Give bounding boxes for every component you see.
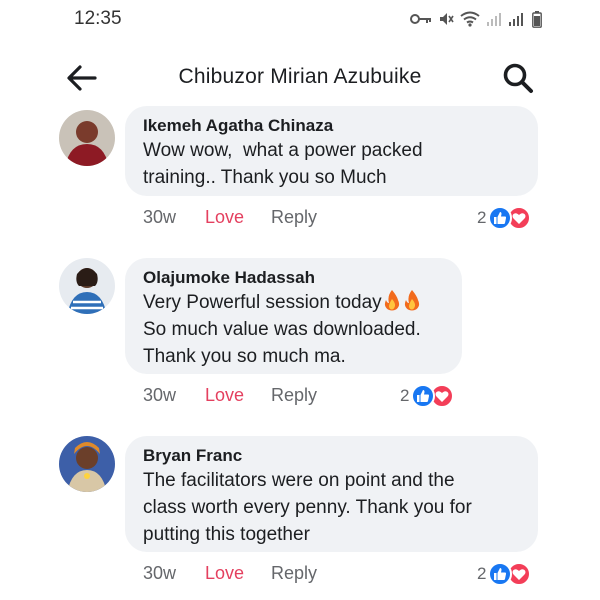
comment-text-row: Very Powerful session today: [143, 289, 444, 316]
comment-author[interactable]: Olajumoke Hadassah: [143, 267, 444, 289]
like-icon: [411, 384, 436, 408]
reply-button[interactable]: Reply: [271, 563, 317, 584]
like-icon: [488, 206, 513, 230]
comment-author[interactable]: Ikemeh Agatha Chinaza: [143, 115, 520, 137]
fire-icon: [382, 289, 402, 311]
comment-author[interactable]: Bryan Franc: [143, 445, 520, 467]
love-button[interactable]: Love: [205, 207, 244, 228]
comment-text: Thank you so much ma.: [143, 346, 346, 367]
avatar[interactable]: [59, 258, 115, 314]
wifi-icon: [460, 11, 480, 27]
status-icons: [410, 9, 542, 29]
comment-bubble[interactable]: Olajumoke Hadassah Very Powerful session…: [125, 258, 462, 374]
comment-text: Very Powerful session today: [143, 292, 382, 313]
avatar[interactable]: [59, 436, 115, 492]
comment-bubble[interactable]: Bryan Franc The facilitators were on poi…: [125, 436, 538, 552]
status-bar: 12:35: [0, 0, 600, 40]
key-icon: [410, 14, 431, 24]
comment-text: The facilitators were on point and the: [143, 470, 455, 491]
reaction-count: 2: [477, 564, 487, 583]
app-header: Chibuzor Mirian Azubuike: [0, 50, 600, 106]
fire-icon: [402, 289, 422, 311]
reply-button[interactable]: Reply: [271, 207, 317, 228]
love-button[interactable]: Love: [205, 563, 244, 584]
comment-text: training.. Thank you so Much: [143, 167, 387, 188]
signal-icon: [487, 13, 501, 26]
reaction-count: 2: [477, 208, 487, 227]
signal-icon: [509, 13, 523, 26]
search-icon: [503, 63, 533, 93]
comment-bubble[interactable]: Ikemeh Agatha Chinaza Wow wow, what a po…: [125, 106, 538, 196]
reply-button[interactable]: Reply: [271, 385, 317, 406]
mute-icon: [440, 13, 454, 25]
avatar[interactable]: [59, 110, 115, 166]
like-icon: [488, 562, 513, 586]
comment-text: putting this together: [143, 524, 310, 545]
reaction-summary[interactable]: 2: [477, 560, 532, 588]
love-button[interactable]: Love: [205, 385, 244, 406]
comment-text: So much value was downloaded.: [143, 319, 421, 340]
reaction-count: 2: [400, 386, 410, 405]
comment-time: 30w: [143, 207, 177, 227]
status-time: 12:35: [74, 8, 122, 29]
comment-time: 30w: [143, 563, 177, 583]
reaction-summary[interactable]: 2: [477, 204, 532, 232]
search-button[interactable]: [500, 60, 536, 96]
comment-text: class worth every penny. Thank you for: [143, 497, 472, 518]
battery-icon: [532, 10, 542, 28]
comment-text: Wow wow, what a power packed: [143, 140, 423, 161]
reaction-summary[interactable]: 2: [400, 382, 455, 410]
comment-time: 30w: [143, 385, 177, 405]
